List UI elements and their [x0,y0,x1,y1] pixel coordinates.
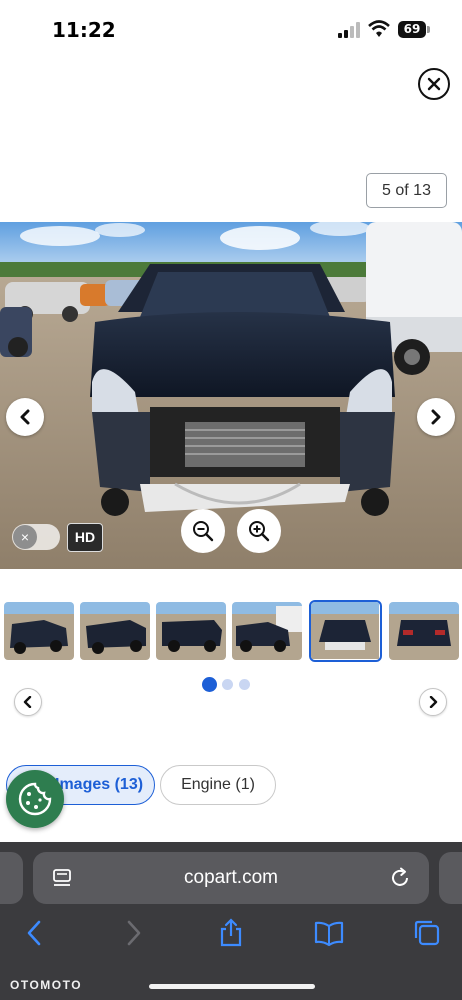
main-vehicle-photo[interactable] [0,222,462,569]
zoom-out-icon [193,521,214,542]
watermark-logo: OTOMOTO [10,978,83,992]
pagination-dot-active[interactable] [202,677,217,692]
battery-icon: 69 [398,21,430,38]
url-text: copart.com [184,867,278,888]
photo-counter: 5 of 13 [366,173,447,208]
thumbnails-next-button[interactable] [419,688,447,716]
reload-icon[interactable] [389,867,411,889]
battery-level: 69 [398,21,426,38]
next-photo-button[interactable] [417,398,455,436]
chevron-left-icon [20,409,30,425]
address-bar[interactable]: copart.com [33,852,429,904]
back-icon[interactable] [20,918,50,948]
thumbnail[interactable] [232,602,302,660]
zoom-out-button[interactable] [181,509,225,553]
images-filter-label: Images (13) [55,776,144,793]
thumbnails-previous-button[interactable] [14,688,42,716]
wifi-icon [368,20,390,37]
chevron-right-icon [431,409,441,425]
thumbnail-pagination [202,677,262,692]
zoom-in-icon [249,521,270,542]
previous-tab-preview[interactable] [0,852,23,904]
tabs-icon[interactable] [412,918,442,948]
hd-label: HD [67,523,103,552]
close-icon [427,77,441,91]
next-tab-preview[interactable] [439,852,462,904]
thumbnail[interactable] [156,602,226,660]
chevron-right-icon [429,696,438,708]
pagination-dot[interactable] [222,679,233,690]
thumbnail[interactable] [80,602,150,660]
cookie-icon [18,782,52,816]
cookie-settings-button[interactable] [6,770,64,828]
engine-filter-tab[interactable]: Engine (1) [160,765,276,805]
thumbnail-strip [0,600,462,662]
previous-photo-button[interactable] [6,398,44,436]
hd-toggle[interactable]: × [12,524,60,550]
page: 11:22 69 5 of 13 × HD Images (13) Engine… [0,0,462,1000]
hd-toggle-knob: × [13,525,37,549]
engine-filter-label: Engine [181,776,231,793]
thumbnail[interactable] [4,602,74,660]
pagination-dot[interactable] [239,679,250,690]
home-indicator [149,984,315,989]
zoom-in-button[interactable] [237,509,281,553]
status-bar: 11:22 69 [0,0,462,60]
browser-chrome: copart.com OTOMOTO [0,842,462,1000]
close-button[interactable] [418,68,450,100]
forward-icon [127,920,141,946]
thumbnail[interactable] [389,602,459,660]
chevron-left-icon [23,696,32,708]
status-time: 11:22 [52,18,116,42]
share-icon[interactable] [216,918,246,948]
bookmarks-icon[interactable] [314,918,344,948]
cellular-signal-icon [338,22,360,38]
engine-filter-count: (1) [235,776,255,793]
thumbnail-active[interactable] [309,600,382,662]
